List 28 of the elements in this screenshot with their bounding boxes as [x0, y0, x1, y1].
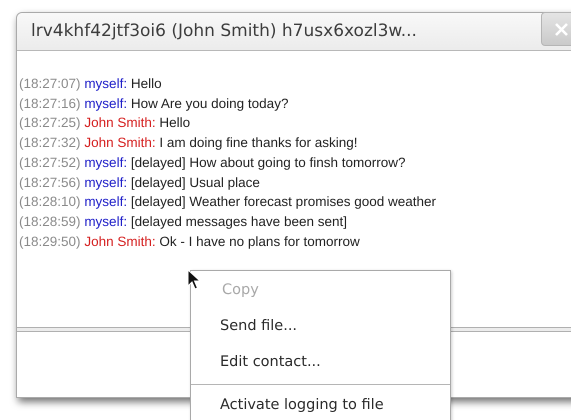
- sender-name: myself:: [84, 76, 128, 91]
- sender-name: myself:: [84, 174, 128, 190]
- message-time: (18:27:16): [19, 96, 81, 111]
- message-time: (18:28:59): [19, 214, 81, 229]
- message-text: Hello: [159, 115, 190, 130]
- message-text: How Are you doing today?: [130, 96, 288, 111]
- sender-name: John Smith:: [84, 234, 156, 249]
- message-time: (18:27:32): [19, 135, 81, 150]
- message-time: (18:29:50): [19, 234, 81, 249]
- message-time: (18:27:25): [19, 115, 81, 130]
- sender-name: John Smith:: [84, 135, 156, 150]
- message-text: [delayed messages have been sent]: [130, 214, 347, 229]
- message-time: (18:27:52): [19, 154, 81, 170]
- message-text: Ok - I have no plans for tomorrow: [159, 234, 360, 249]
- sender-name: myself:: [84, 96, 128, 111]
- sender-name: John Smith:: [84, 115, 156, 130]
- message-text: [delayed] Usual place: [130, 174, 260, 190]
- message-time: (18:27:56): [19, 174, 81, 190]
- message-text: I am doing fine thanks for asking!: [159, 135, 358, 150]
- window-title: lrv4khf42jtf3oi6 (John Smith) h7usx6xozl3w...: [30, 20, 418, 43]
- message-text: [delayed] Weather forecast promises good weather: [130, 194, 436, 210]
- message-text: Hello: [130, 76, 162, 91]
- sender-name: myself:: [84, 154, 128, 170]
- sender-name: myself:: [84, 194, 128, 210]
- sender-name: myself:: [84, 214, 128, 229]
- message-text: [delayed] How about going to finsh tomorrow?: [130, 154, 406, 170]
- message-time: (18:27:07): [19, 76, 81, 91]
- message-time: (18:28:10): [19, 194, 81, 210]
